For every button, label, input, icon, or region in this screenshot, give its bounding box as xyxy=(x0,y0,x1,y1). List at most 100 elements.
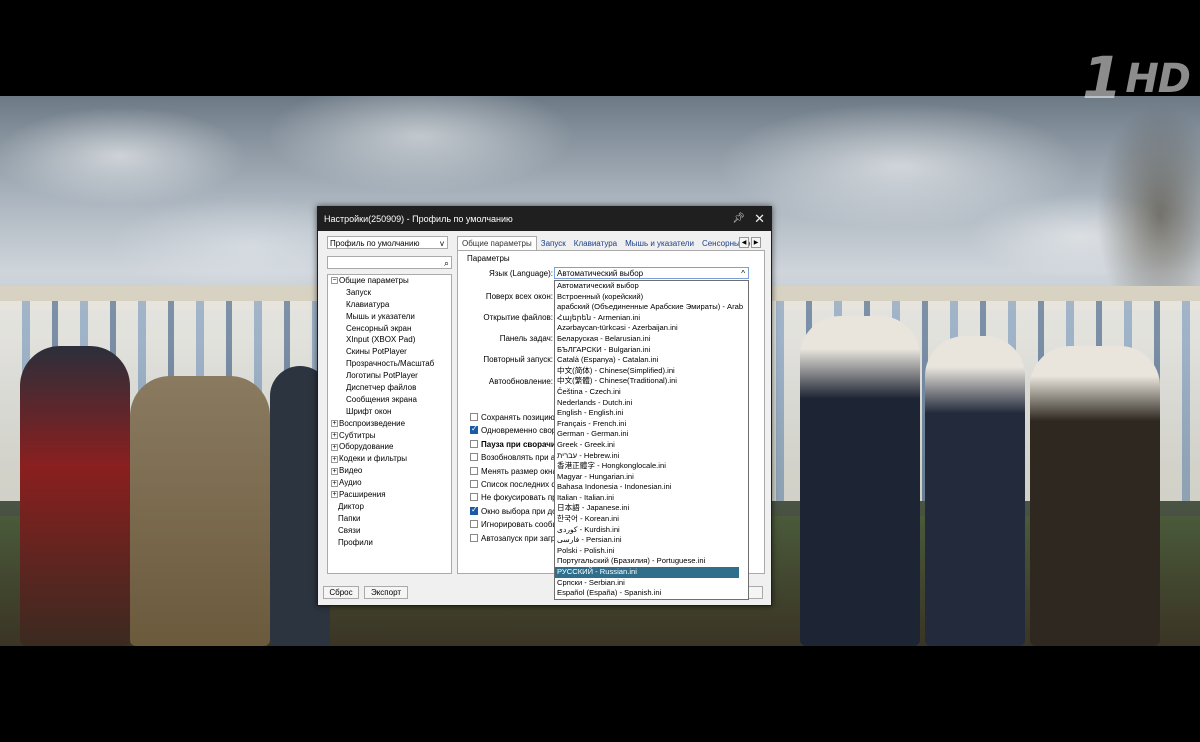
checkbox-icon[interactable] xyxy=(470,413,478,421)
tree-item[interactable]: Сообщения экрана xyxy=(328,394,451,406)
tab[interactable]: Запуск xyxy=(537,237,570,250)
tree-item[interactable]: Связи xyxy=(328,525,451,537)
tree-item[interactable]: Клавиатура xyxy=(328,299,451,311)
language-option[interactable]: Polski - Polish.ini xyxy=(555,546,748,557)
tree-item[interactable]: + Субтитры xyxy=(328,430,451,442)
tab-scroll-right[interactable]: ▶ xyxy=(751,237,761,248)
language-option[interactable]: Español (España) - Spanish.ini xyxy=(555,588,748,599)
language-option[interactable]: Встроенный (корейский) xyxy=(555,292,748,303)
language-option[interactable]: Беларуская - Belarusian.ini xyxy=(555,334,748,345)
checkbox-icon[interactable] xyxy=(470,439,478,448)
language-option[interactable]: Српски - Serbian.ini xyxy=(555,578,748,589)
tab[interactable]: Клавиатура xyxy=(570,237,621,250)
expand-icon[interactable]: + xyxy=(331,420,338,428)
tree-item[interactable]: Сенсорный экран xyxy=(328,323,451,335)
tree-item[interactable]: + Кодеки и фильтры xyxy=(328,453,451,465)
language-option[interactable]: арабский (Объединенные Арабские Эмираты)… xyxy=(555,302,748,313)
tree-item[interactable]: Запуск xyxy=(328,287,451,299)
tree-item[interactable]: Прозрачность/Масштаб xyxy=(328,358,451,370)
language-option[interactable]: کوردی - Kurdish.ini xyxy=(555,525,748,536)
option-checkbox[interactable]: Игнорировать сообщ xyxy=(470,520,559,529)
expand-icon[interactable]: + xyxy=(331,455,338,463)
tree-item[interactable]: XInput (XBOX Pad) xyxy=(328,334,451,346)
option-checkbox[interactable]: Не фокусировать при xyxy=(470,493,561,502)
tree-item[interactable]: + Оборудование xyxy=(328,441,451,453)
option-checkbox[interactable]: Возобновлять при ак xyxy=(470,453,559,462)
tree-item[interactable]: Папки xyxy=(328,513,451,525)
expand-icon[interactable]: + xyxy=(331,491,338,499)
language-option[interactable]: 中文(简体) - Chinese(Simplified).ini xyxy=(555,366,748,377)
option-checkbox[interactable]: Одновременно свор xyxy=(470,424,556,435)
language-option[interactable]: Bahasa Indonesia - Indonesian.ini xyxy=(555,482,748,493)
language-option[interactable]: Nederlands - Dutch.ini xyxy=(555,398,748,409)
checkbox-icon[interactable] xyxy=(470,466,478,475)
expand-icon[interactable]: + xyxy=(331,431,338,439)
tree-item[interactable]: + Воспроизведение xyxy=(328,418,451,430)
language-option[interactable]: Greek - Greek.ini xyxy=(555,440,748,451)
tree-item[interactable]: Шрифт окон xyxy=(328,406,451,418)
checkbox-icon[interactable] xyxy=(470,533,478,542)
language-option[interactable]: Italian - Italian.ini xyxy=(555,493,748,504)
tab-scroll-left[interactable]: ◀ xyxy=(739,237,749,248)
language-option[interactable]: Français - French.ini xyxy=(555,419,748,430)
language-option[interactable]: Čeština - Czech.ini xyxy=(555,387,748,398)
expand-icon[interactable]: + xyxy=(331,467,338,475)
language-option[interactable]: Португальский (Бразилия) - Portuguese.in… xyxy=(555,556,748,567)
tree-item[interactable]: Скины PotPlayer xyxy=(328,346,451,358)
language-option[interactable]: English - English.ini xyxy=(555,408,748,419)
language-option[interactable]: БЪЛГАРСКИ - Bulgarian.ini xyxy=(555,345,748,356)
close-icon[interactable]: ✕ xyxy=(754,207,765,231)
option-checkbox[interactable]: Менять размер окна xyxy=(470,466,557,476)
language-option[interactable]: Magyar - Hungarian.ini xyxy=(555,472,748,483)
checkbox-icon[interactable] xyxy=(470,493,478,502)
tree-item[interactable]: + Аудио xyxy=(328,477,451,489)
tab[interactable]: Мышь и указатели xyxy=(621,237,698,250)
figure xyxy=(20,346,130,646)
expand-icon[interactable]: + xyxy=(331,479,338,487)
language-option[interactable]: Azərbaycan-türkcəsi - Azerbaijan.ini xyxy=(555,323,748,334)
option-checkbox-label: Игнорировать сообщ xyxy=(481,520,559,530)
profile-select[interactable]: Профиль по умолчанию v xyxy=(327,236,448,249)
language-option[interactable]: Català (Espanya) - Catalan.ini xyxy=(555,355,748,366)
tree-item[interactable]: Логотипы PotPlayer xyxy=(328,370,451,382)
pin-icon[interactable]: 📌︎ xyxy=(732,207,745,231)
checkbox-checked-icon[interactable] xyxy=(470,505,478,515)
option-checkbox[interactable]: Автозапуск при загру xyxy=(470,533,559,543)
tree-item[interactable]: + Видео xyxy=(328,465,451,477)
language-option[interactable]: 中文(繁體) - Chinese(Traditional).ini xyxy=(555,376,748,387)
option-checkbox[interactable]: Окно выбора при до xyxy=(470,505,557,516)
option-checkbox-label: Не фокусировать при xyxy=(481,493,562,503)
collapse-icon[interactable]: − xyxy=(331,277,338,285)
checkbox-icon[interactable] xyxy=(470,520,478,529)
option-checkbox[interactable]: Сохранять позицию п xyxy=(470,413,561,422)
language-option[interactable]: Автоматический выбор xyxy=(555,281,748,292)
option-checkbox[interactable]: Пауза при сворачив xyxy=(470,439,561,449)
reset-button[interactable]: Сброс xyxy=(323,586,359,599)
option-checkbox[interactable]: Список последних фа xyxy=(470,480,562,489)
language-option[interactable]: 香港正體字 - Hongkonglocale.ini xyxy=(555,461,748,472)
language-option[interactable]: Հայերեն - Armenian.ini xyxy=(555,313,748,324)
dialog-titlebar[interactable]: Настройки(250909) - Профиль по умолчанию… xyxy=(318,207,771,231)
checkbox-icon[interactable] xyxy=(470,480,478,488)
language-dropdown-list: Автоматический выбор Встроенный (корейски… xyxy=(554,280,749,600)
language-option[interactable]: РУССКИЙ - Russian.ini xyxy=(555,567,739,578)
language-option[interactable]: 한국어 - Korean.ini xyxy=(555,514,748,525)
search-input[interactable]: ⌕ xyxy=(327,256,452,269)
tree-item[interactable]: + Расширения xyxy=(328,489,451,501)
figure xyxy=(1030,346,1160,646)
tree-item[interactable]: − Общие параметры xyxy=(328,275,451,287)
language-option[interactable]: German - German.ini xyxy=(555,429,748,440)
tree-item[interactable]: Профили xyxy=(328,537,451,549)
checkbox-icon[interactable] xyxy=(470,453,478,462)
language-option[interactable]: فارسی - Persian.ini xyxy=(555,535,748,546)
expand-icon[interactable]: + xyxy=(331,443,338,451)
tab[interactable]: Общие параметры xyxy=(457,236,537,250)
tree-item[interactable]: Мышь и указатели xyxy=(328,311,451,323)
checkbox-checked-icon[interactable] xyxy=(470,424,478,435)
tree-item[interactable]: Диктор xyxy=(328,501,451,513)
language-select[interactable]: Автоматический выбор ^ xyxy=(554,267,749,279)
export-button[interactable]: Экспорт xyxy=(364,586,408,599)
language-option[interactable]: עברית - Hebrew.ini xyxy=(555,451,748,462)
tree-item[interactable]: Диспетчер файлов xyxy=(328,382,451,394)
language-option[interactable]: 日本語 - Japanese.ini xyxy=(555,503,748,514)
